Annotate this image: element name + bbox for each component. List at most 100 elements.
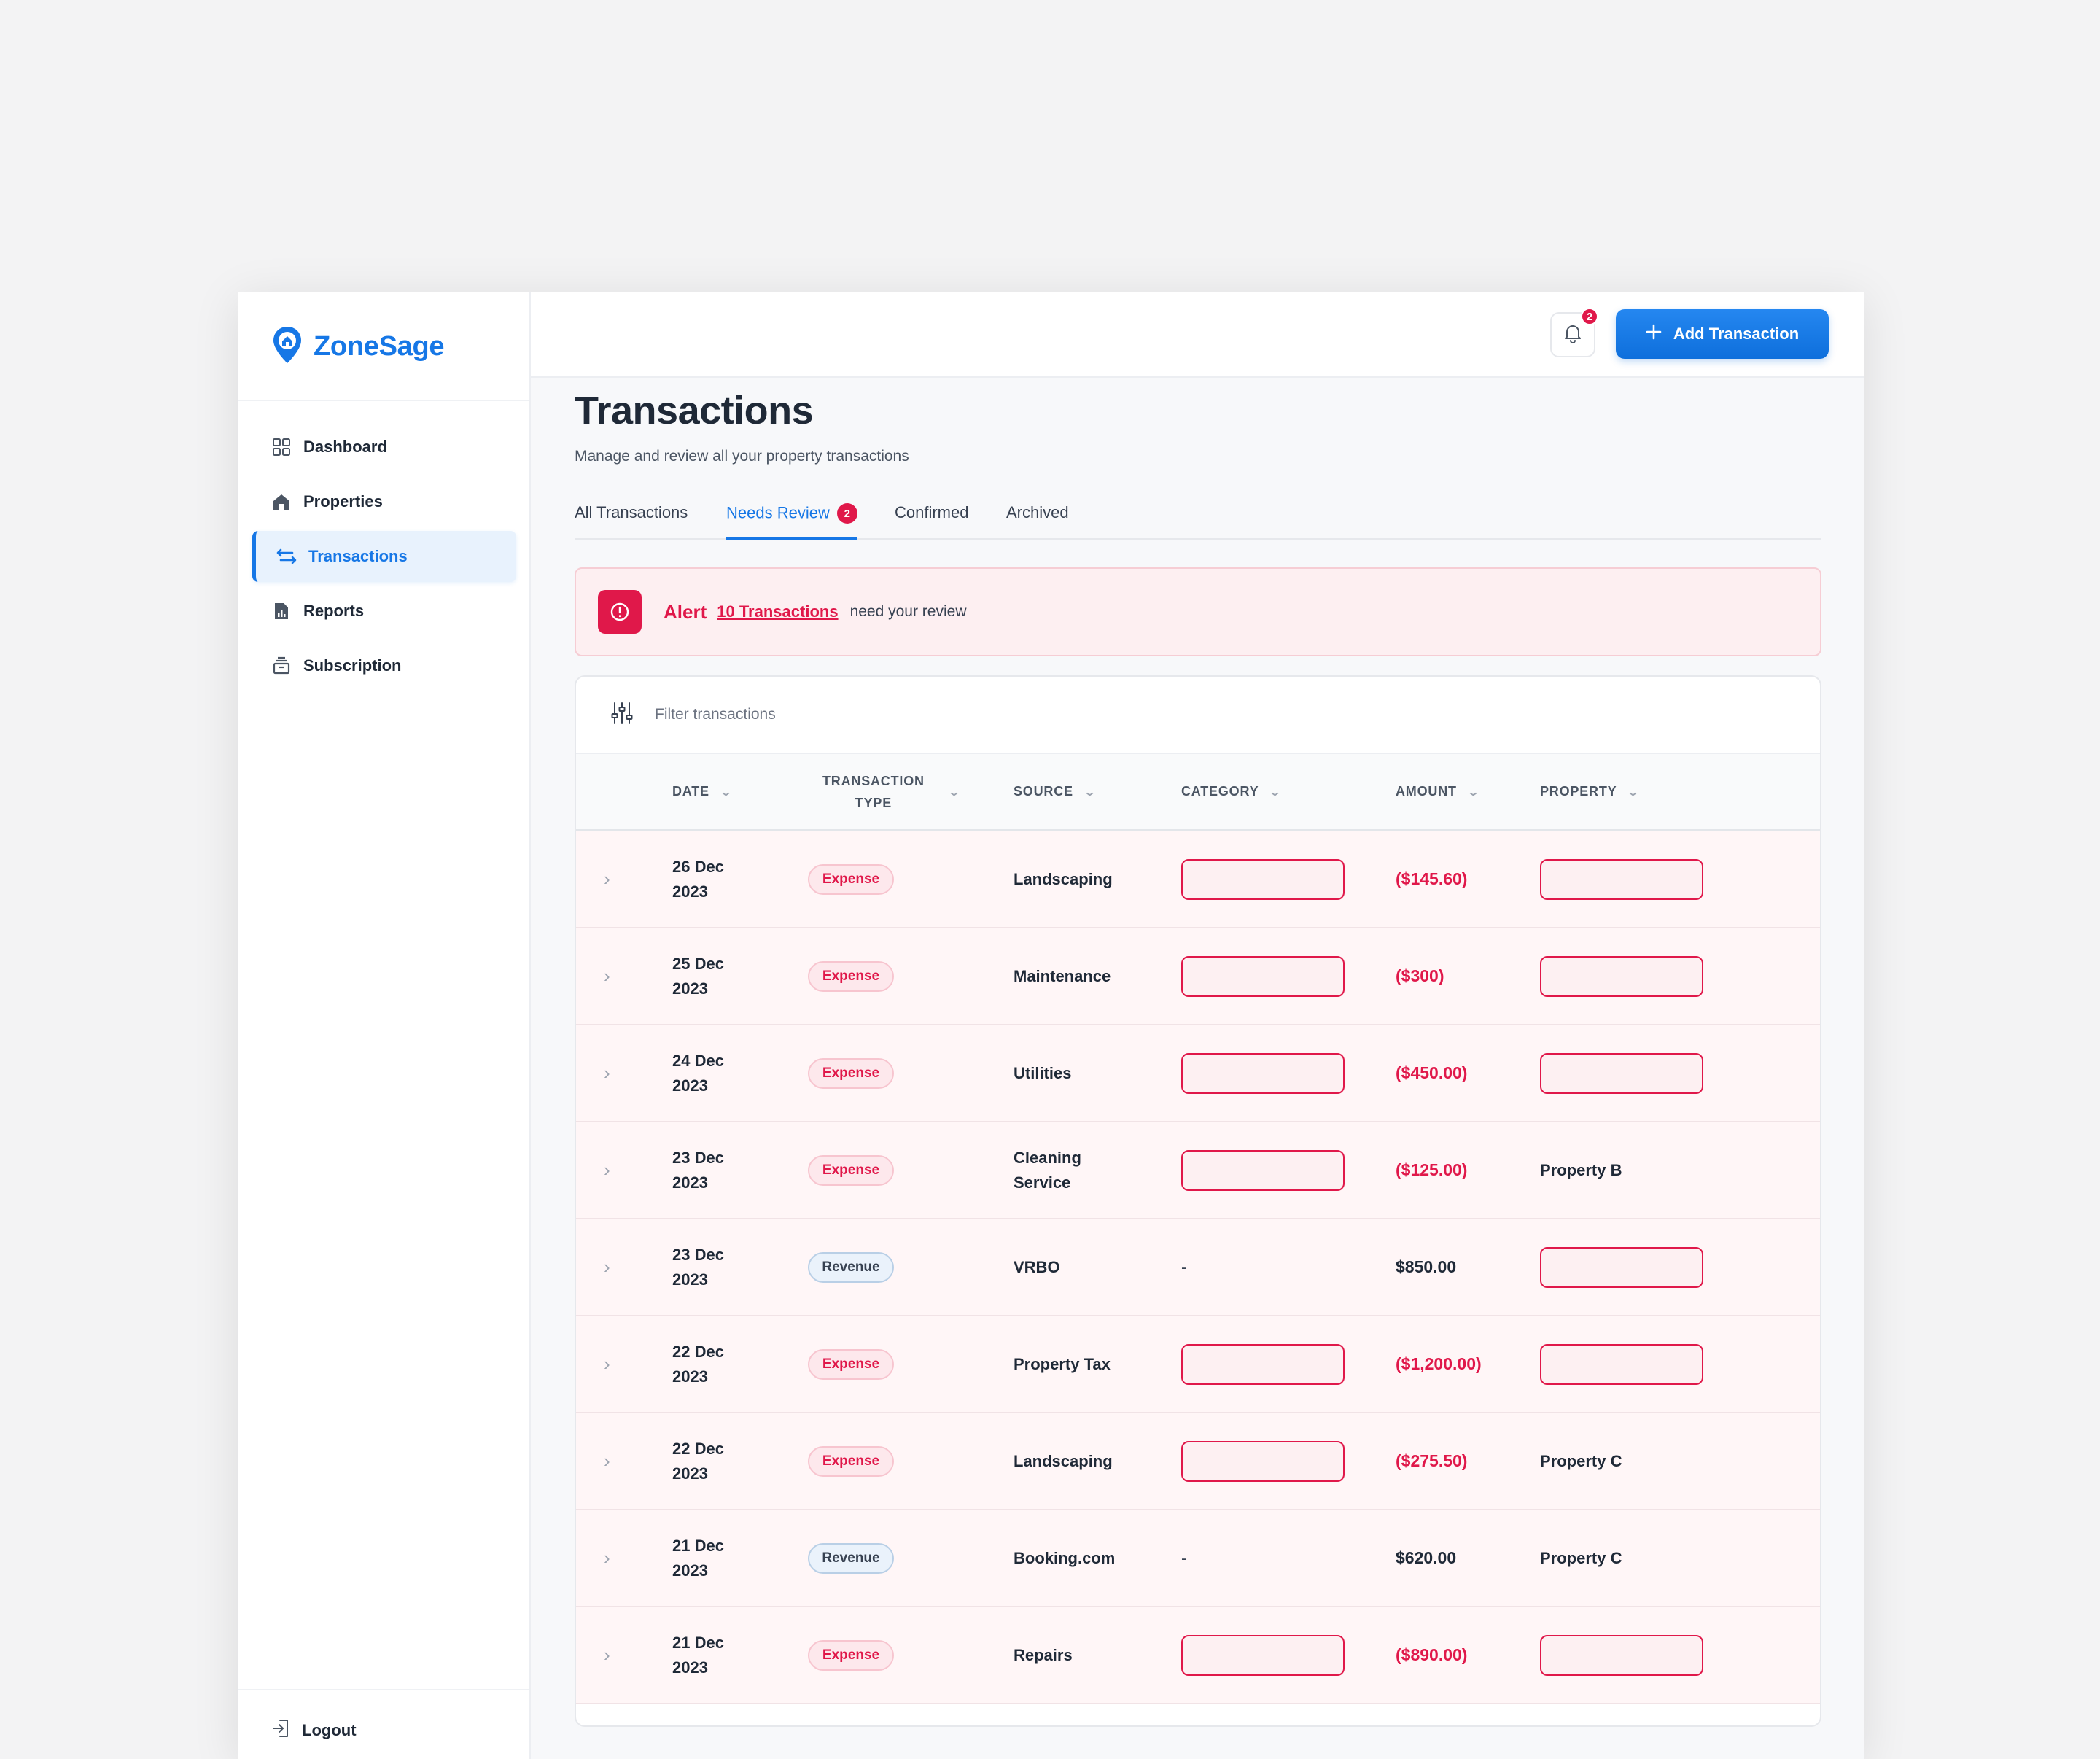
alert-title: Alert [664,600,707,623]
type-cell: Expense [808,1413,894,1509]
category-select[interactable] [1181,1149,1345,1191]
column-header-amount[interactable]: AMOUNT ⌄ [1396,754,1480,829]
table-row[interactable]: › 21 Dec 2023 Expense Repairs ($890.00) [576,1607,1820,1704]
date-value: 21 Dec 2023 [672,1534,724,1583]
table-row[interactable]: › 23 Dec 2023 Revenue VRBO - $850.00 [576,1219,1820,1316]
amount-value: ($145.60) [1396,869,1468,888]
sidebar-item-reports[interactable]: Reports [252,586,516,637]
notifications-button[interactable]: 2 [1550,308,1598,357]
plus-icon [1646,324,1662,344]
sidebar-item-dashboard[interactable]: Dashboard [252,422,516,473]
app-name: ZoneSage [314,331,445,362]
property-select[interactable] [1540,955,1703,997]
amount-cell: ($890.00) [1396,1607,1467,1703]
amount-cell: ($300) [1396,928,1444,1024]
sidebar-item-transactions[interactable]: Transactions [252,531,516,582]
type-cell: Expense [808,1607,894,1703]
date-cell: 21 Dec 2023 [672,1607,760,1703]
table-row[interactable]: › 22 Dec 2023 Expense Property Tax ($1,20… [576,1316,1820,1413]
property-select[interactable] [1540,1052,1703,1094]
source-value: VRBO [1014,1257,1060,1276]
category-select[interactable] [1181,858,1345,900]
expand-row-button[interactable]: › [604,1413,610,1509]
date-line: 2023 [672,1561,708,1580]
filter-input[interactable]: Filter transactions [655,706,776,723]
table-row[interactable]: › 23 Dec 2023 Expense Cleaning Service ($1… [576,1122,1820,1219]
date-line: 21 Dec [672,1633,724,1652]
notification-badge: 2 [1581,308,1598,325]
source-cell: Repairs [1014,1607,1123,1703]
date-line: 22 Dec [672,1342,724,1361]
property-value: Property B [1540,1160,1622,1179]
column-header-source[interactable]: SOURCE ⌄ [1014,754,1097,829]
expand-row-button[interactable]: › [604,1025,610,1121]
column-header-category[interactable]: CATEGORY ⌄ [1181,754,1282,829]
chevron-right-icon: › [604,1353,610,1375]
sidebar-item-properties[interactable]: Properties [252,476,516,527]
filter-bar[interactable]: Filter transactions [576,677,1820,754]
sidebar-item-subscription[interactable]: Subscription [252,640,516,691]
category-select[interactable] [1181,1634,1345,1676]
expand-row-button[interactable]: › [604,1219,610,1315]
column-header-date[interactable]: DATE ⌄ [672,754,733,829]
property-cell [1540,831,1703,927]
tab-archived[interactable]: Archived [1006,503,1069,540]
category-value: - [1181,1548,1187,1567]
date-line: 2023 [672,1076,708,1095]
expand-row-button[interactable]: › [604,1607,610,1703]
report-icon [271,601,292,621]
type-cell: Expense [808,928,894,1024]
property-select[interactable] [1540,1246,1703,1288]
logo[interactable]: ZoneSage [271,325,445,368]
source-line: Service [1014,1173,1071,1192]
transaction-type-badge: Revenue [808,1542,894,1574]
tab-all-transactions[interactable]: All Transactions [575,503,688,540]
property-cell [1540,928,1703,1024]
amount-value: ($300) [1396,966,1444,985]
chevron-down-icon: ⌄ [1082,785,1097,799]
date-line: 2023 [672,1173,708,1192]
property-select[interactable] [1540,1634,1703,1676]
table-row[interactable]: › 21 Dec 2023 Revenue Booking.com - $620.… [576,1510,1820,1607]
amount-cell: $850.00 [1396,1219,1456,1315]
alert-transactions-link[interactable]: 10 Transactions [717,602,838,621]
transaction-type-badge: Revenue [808,1251,894,1283]
source-value: Booking.com [1014,1548,1116,1567]
expand-row-button[interactable]: › [604,928,610,1024]
category-select[interactable] [1181,955,1345,997]
category-cell [1181,1413,1345,1509]
alert-circle-icon [598,590,642,634]
tab-confirmed[interactable]: Confirmed [895,503,968,540]
source-cell: Booking.com [1014,1510,1123,1606]
column-header-property[interactable]: PROPERTY ⌄ [1540,754,1640,829]
expand-row-button[interactable]: › [604,1316,610,1412]
logout-button[interactable]: Logout [271,1718,357,1743]
table-row[interactable]: › 26 Dec 2023 Expense Landscaping ($145.6… [576,831,1820,928]
category-select[interactable] [1181,1052,1345,1094]
column-label-line: TYPE [855,795,892,810]
table-row[interactable]: › 24 Dec 2023 Expense Utilities ($450.00) [576,1025,1820,1122]
property-select[interactable] [1540,858,1703,900]
type-cell: Expense [808,1316,894,1412]
type-cell: Revenue [808,1510,894,1606]
property-select[interactable] [1540,1343,1703,1385]
expand-row-button[interactable]: › [604,831,610,927]
tab-label: Archived [1006,503,1069,521]
column-label: CATEGORY [1181,784,1259,799]
sliders-icon [610,701,634,729]
column-header-transaction-type[interactable]: TRANSACTION TYPE ⌄ [822,754,962,829]
category-select[interactable] [1181,1440,1345,1482]
category-select[interactable] [1181,1343,1345,1385]
column-label: AMOUNT [1396,784,1457,799]
add-transaction-button[interactable]: Add Transaction [1616,309,1829,359]
expand-row-button[interactable]: › [604,1122,610,1218]
chevron-down-icon: ⌄ [946,785,962,799]
tab-needs-review[interactable]: Needs Review 2 [726,503,858,540]
expand-row-button[interactable]: › [604,1510,610,1606]
sidebar-item-label: Properties [303,492,383,510]
table-row[interactable]: › 22 Dec 2023 Expense Landscaping ($275.5… [576,1413,1820,1510]
table-row[interactable]: › 25 Dec 2023 Expense Maintenance ($300) [576,928,1820,1025]
source-value: Utilities [1014,1063,1072,1082]
home-icon [271,492,292,512]
source-value: Property Tax [1014,1354,1111,1373]
